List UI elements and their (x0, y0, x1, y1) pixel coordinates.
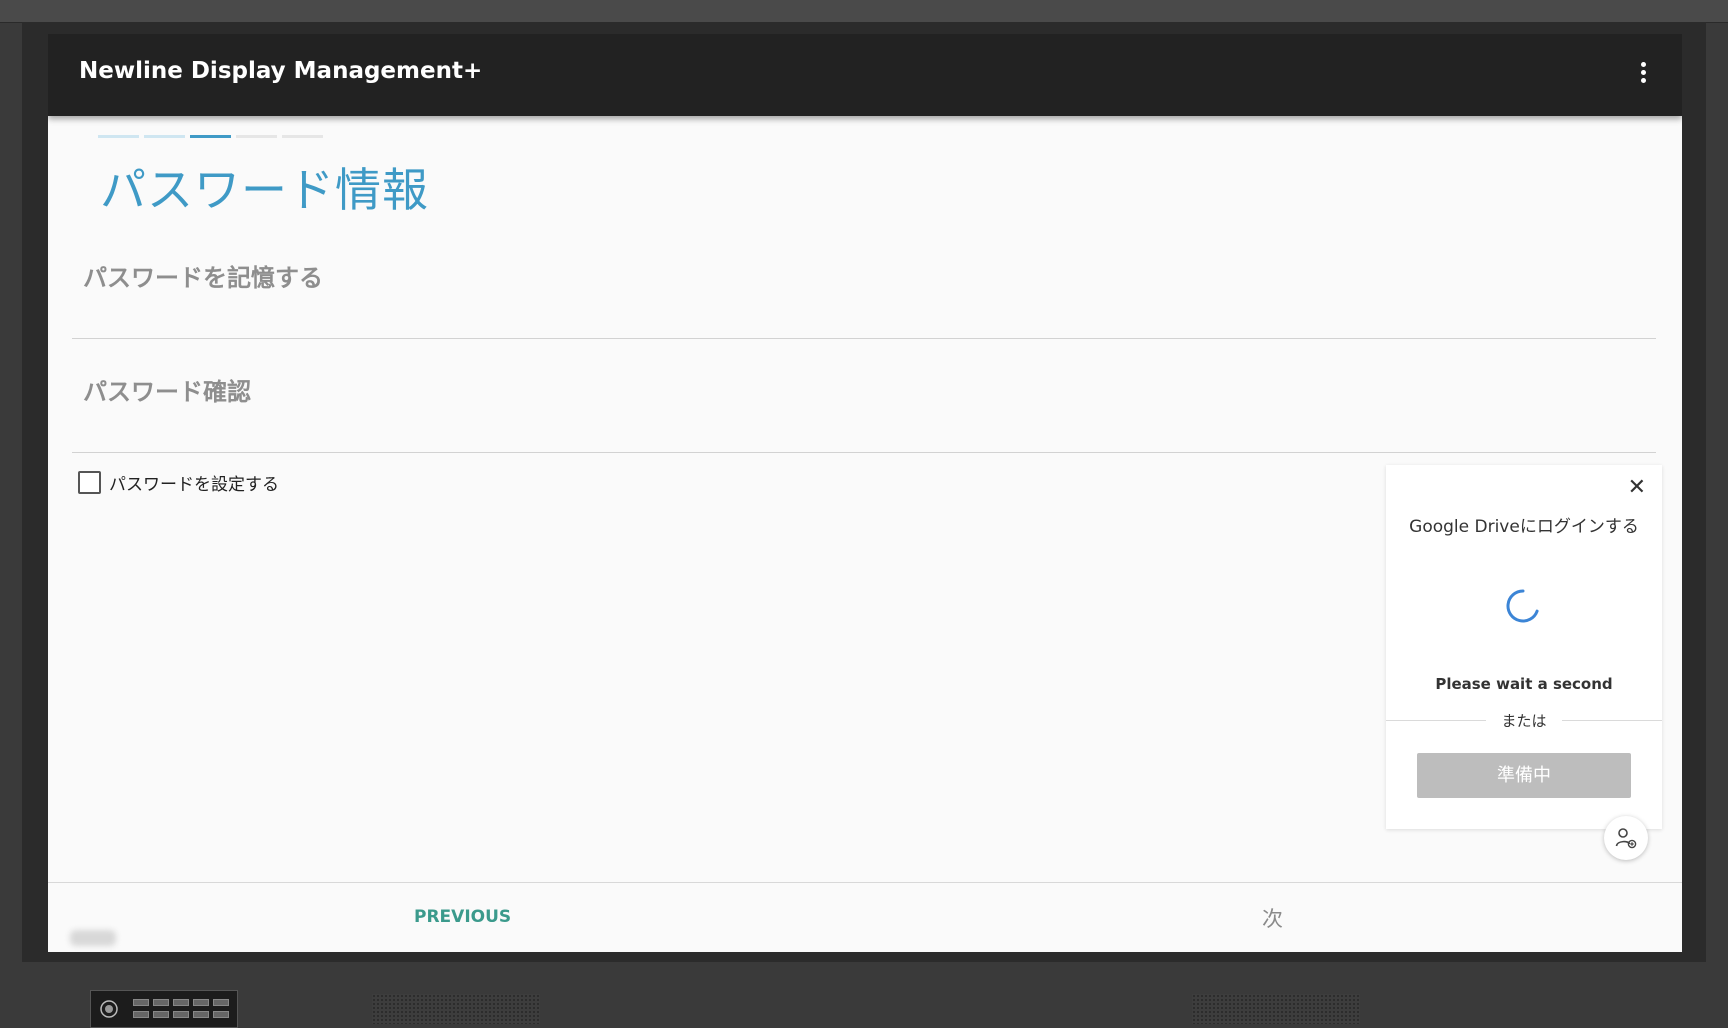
or-label: または (1501, 712, 1547, 730)
confirm-password-placeholder: パスワード確認 (83, 378, 251, 406)
more-vertical-icon[interactable] (1636, 60, 1650, 90)
close-icon[interactable]: ✕ (1628, 477, 1646, 499)
previous-button[interactable]: PREVIOUS (414, 907, 511, 927)
wizard-step (236, 135, 277, 138)
wizard-footer: PREVIOUS 次 (48, 882, 1682, 952)
display-bezel: Newline Display Management+ パスワード情報 パスワー… (0, 0, 1728, 1028)
blurred-label (70, 930, 116, 946)
remember-password-placeholder: パスワードを記憶する (83, 264, 323, 292)
loading-spinner-icon (1506, 589, 1539, 623)
front-ports (131, 995, 233, 1023)
confirm-password-field[interactable]: パスワード確認 (72, 340, 1656, 453)
app-title: Newline Display Management+ (79, 58, 483, 84)
bezel-top-edge (0, 0, 1728, 23)
power-button-icon[interactable] (99, 999, 119, 1019)
preparing-button: 準備中 (1417, 753, 1631, 798)
popup-title: Google Driveにログインする (1409, 517, 1639, 537)
wizard-step (282, 135, 323, 138)
remember-password-field[interactable]: パスワードを記憶する (72, 224, 1656, 339)
front-control-panel (90, 990, 238, 1028)
speaker-grille-right (1192, 994, 1360, 1024)
google-drive-login-popup: ✕ Google Driveにログインする Please wait a seco… (1386, 465, 1662, 837)
user-add-icon (1615, 828, 1637, 849)
wait-status-text: Please wait a second (1435, 675, 1613, 693)
set-password-checkbox[interactable] (78, 471, 101, 494)
or-divider: または (1386, 710, 1662, 730)
wizard-step (144, 135, 185, 138)
speaker-grille-left (372, 994, 540, 1024)
wizard-step (190, 135, 231, 138)
set-password-checkbox-label: パスワードを設定する (109, 475, 279, 495)
wizard-step (98, 135, 139, 138)
page-title: パスワード情報 (100, 163, 429, 217)
user-add-fab[interactable] (1604, 816, 1648, 860)
next-button[interactable]: 次 (1262, 903, 1283, 933)
app-screen: Newline Display Management+ パスワード情報 パスワー… (48, 34, 1682, 952)
app-bar: Newline Display Management+ (48, 34, 1682, 116)
